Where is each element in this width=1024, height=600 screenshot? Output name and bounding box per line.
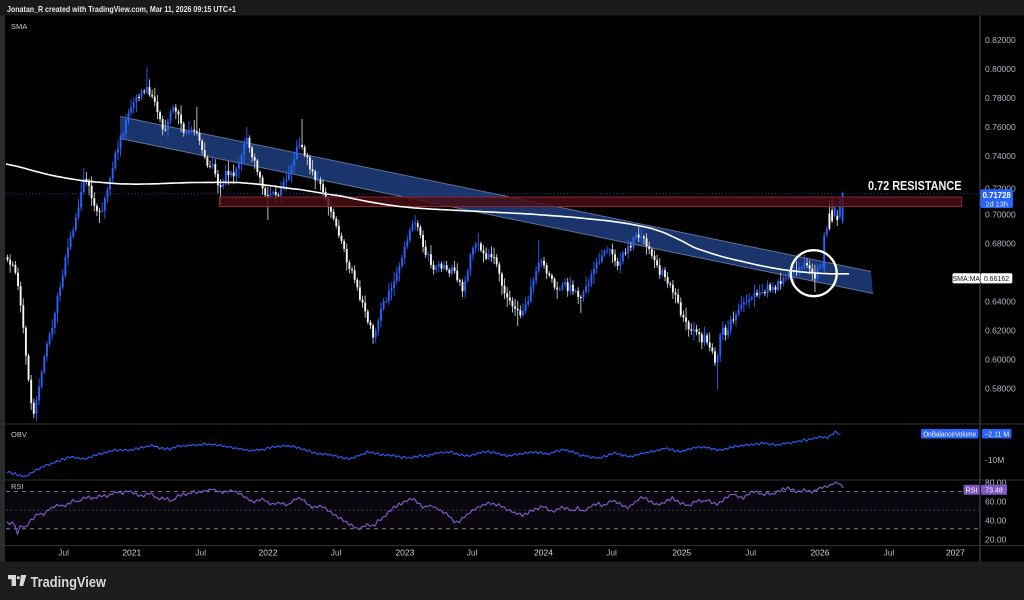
svg-text:0.78000: 0.78000 <box>985 93 1016 103</box>
svg-text:2023: 2023 <box>395 548 414 558</box>
svg-text:Jul: Jul <box>606 548 617 558</box>
svg-text:0.68000: 0.68000 <box>985 238 1016 248</box>
svg-text:0.80000: 0.80000 <box>985 64 1016 74</box>
svg-text:0.66162: 0.66162 <box>984 276 1009 283</box>
svg-text:0.76000: 0.76000 <box>985 122 1016 132</box>
svg-text:0.74000: 0.74000 <box>985 151 1016 161</box>
svg-text:0.82000: 0.82000 <box>985 35 1016 45</box>
svg-text:RSI: RSI <box>966 487 978 494</box>
svg-text:40.00: 40.00 <box>985 516 1007 526</box>
svg-text:Jul: Jul <box>331 548 342 558</box>
svg-text:0.64000: 0.64000 <box>985 296 1016 306</box>
svg-text:-10M: -10M <box>985 455 1004 465</box>
svg-text:Jul: Jul <box>745 548 756 558</box>
svg-text:OnBalanceVolume: OnBalanceVolume <box>923 431 976 438</box>
svg-text:0.72 RESISTANCE: 0.72 RESISTANCE <box>868 179 962 193</box>
svg-text:73.48: 73.48 <box>985 487 1003 494</box>
svg-text:SMA:MA: SMA:MA <box>952 276 980 283</box>
svg-text:SMA: SMA <box>11 22 27 31</box>
svg-text:RSI: RSI <box>11 482 24 491</box>
svg-text:0.60000: 0.60000 <box>985 355 1016 365</box>
svg-text:2027: 2027 <box>946 548 965 558</box>
svg-text:2026: 2026 <box>810 548 829 558</box>
svg-text:TradingView: TradingView <box>31 574 107 591</box>
svg-text:60.00: 60.00 <box>985 497 1007 507</box>
svg-text:2022: 2022 <box>259 548 278 558</box>
svg-text:Jonatan_R created with Trading: Jonatan_R created with TradingView.com, … <box>7 4 236 14</box>
svg-text:0.62000: 0.62000 <box>985 326 1016 336</box>
svg-text:20.00: 20.00 <box>985 534 1007 544</box>
svg-text:2024: 2024 <box>534 548 553 558</box>
svg-text:Jul: Jul <box>195 548 206 558</box>
svg-text:2025: 2025 <box>672 548 691 558</box>
svg-text:2d 13h: 2d 13h <box>985 199 1008 208</box>
svg-text:Jul: Jul <box>58 548 69 558</box>
svg-text:Jul: Jul <box>467 548 478 558</box>
svg-text:OBV: OBV <box>11 430 27 439</box>
svg-text:Jul: Jul <box>883 548 894 558</box>
svg-text:2021: 2021 <box>122 548 141 558</box>
svg-text:−2.11 M: −2.11 M <box>984 431 1009 438</box>
svg-text:0.58000: 0.58000 <box>985 384 1016 394</box>
svg-text:0.70000: 0.70000 <box>985 209 1016 219</box>
